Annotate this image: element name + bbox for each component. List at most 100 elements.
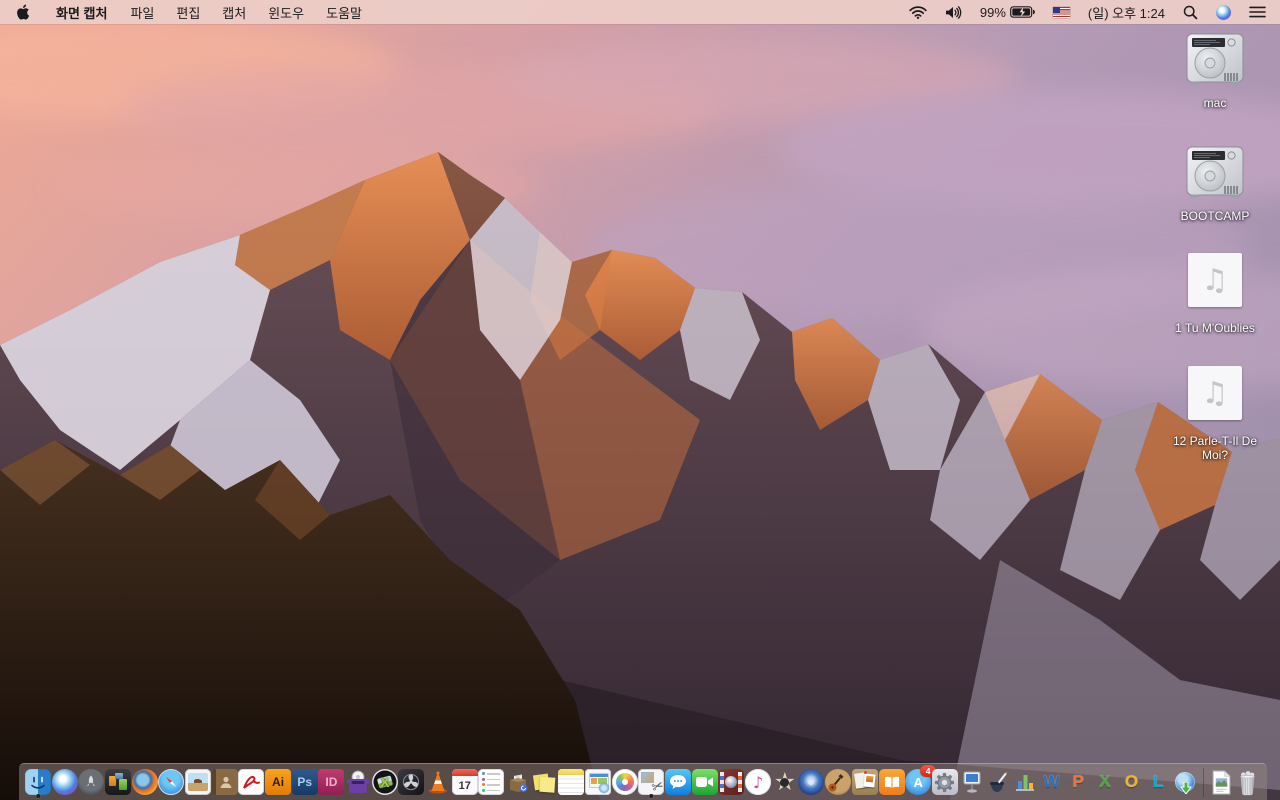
dock-indesign-icon[interactable]: ID — [318, 767, 345, 798]
dock-iweb-icon[interactable] — [585, 767, 612, 798]
input-source-menu-extra[interactable] — [1044, 0, 1079, 24]
dock: AiPsID X 17 ✂ ♪★ A4 — [19, 763, 1267, 800]
hard-drive-icon — [1186, 33, 1244, 85]
dock-calendar-icon[interactable]: 17 — [451, 767, 478, 798]
keynote-icon — [959, 769, 985, 795]
dock-finder-icon[interactable] — [25, 767, 51, 798]
dock-contacts-book-icon[interactable] — [211, 767, 238, 798]
battery-menu-extra[interactable]: 99% — [971, 0, 1044, 24]
dock-excel-icon[interactable]: X — [1092, 767, 1118, 798]
dock-scrapbook-collage-icon[interactable] — [851, 767, 878, 798]
menu-bar-clock: (일) 오후 1:24 — [1087, 5, 1165, 21]
menu-bar-status: 99% (일) 오후 1:24 — [900, 0, 1280, 24]
dock-keynote-icon[interactable] — [959, 767, 985, 798]
facetime-icon — [691, 769, 718, 795]
dock-photoshop-icon[interactable]: Ps — [291, 767, 318, 798]
contacts-book-icon — [211, 769, 238, 795]
desktop-icon-label: 1 Tu M'Oublies — [1175, 321, 1255, 335]
dock-toast-burner-icon[interactable] — [345, 767, 371, 798]
dock-stickies-icon[interactable] — [532, 767, 558, 798]
dock-reminders-icon[interactable] — [478, 767, 505, 798]
dock-illustrator-icon[interactable]: Ai — [265, 767, 292, 798]
apple-menu[interactable] — [0, 0, 44, 24]
menu-capture[interactable]: 캡처 — [211, 0, 257, 24]
dock-garageband-icon[interactable] — [825, 767, 852, 798]
photo-booth-icon — [718, 769, 745, 795]
numbers-icon — [1012, 769, 1038, 795]
launchpad-icon — [78, 769, 105, 795]
dock-siri-icon[interactable] — [51, 767, 78, 798]
photos-icon — [611, 769, 638, 795]
dock-mission-control-icon[interactable] — [105, 767, 132, 798]
dock-divx-icon[interactable]: X — [371, 767, 398, 798]
menu-bar-left: 화면 캡처 파일 편집 캡처 윈도우 도움말 — [0, 0, 373, 24]
dock-notes-icon[interactable] — [558, 767, 585, 798]
dock-acrobat-reader-icon[interactable] — [238, 767, 265, 798]
indesign-icon: ID — [318, 769, 345, 795]
dock-launchpad-icon[interactable] — [78, 767, 105, 798]
iweb-icon — [585, 769, 612, 795]
dock-photos-icon[interactable] — [611, 767, 638, 798]
dock-numbers-icon[interactable] — [1012, 767, 1038, 798]
dock-system-preferences-icon[interactable] — [931, 767, 958, 798]
dock-safari-icon[interactable] — [158, 767, 185, 798]
hard-drive-icon — [1186, 146, 1244, 198]
dock-disk-fan-utility-icon[interactable] — [398, 767, 425, 798]
running-indicator — [649, 794, 654, 798]
desktop-icon-label: BOOTCAMP — [1180, 209, 1250, 223]
desktop-icon-audio-file-2[interactable]: ♫ 12 Parle-T-Il De Moi? — [1159, 366, 1271, 462]
desktop-icon-label: 12 Parle-T-Il De Moi? — [1172, 434, 1258, 462]
dock-itunes-icon[interactable]: ♪ — [745, 767, 772, 798]
divx-icon: X — [371, 769, 398, 795]
siri-icon — [51, 769, 78, 795]
dock-pages-icon[interactable] — [985, 767, 1011, 798]
dock-outlook-icon[interactable]: O — [1119, 767, 1145, 798]
dock-lync-icon[interactable]: L — [1145, 767, 1171, 798]
dock-idvd-icon[interactable] — [798, 767, 825, 798]
dock-messages-icon[interactable] — [665, 767, 692, 798]
dock-app-store-icon[interactable]: A4 — [905, 764, 937, 798]
desktop-icon-audio-file-1[interactable]: ♫ 1 Tu M'Oublies — [1159, 253, 1271, 335]
disk-fan-utility-icon — [398, 769, 425, 795]
dock-downloads-globe-icon[interactable] — [1172, 767, 1198, 798]
spotlight-menu-extra[interactable] — [1174, 0, 1207, 24]
desktop-icon-label: mac — [1203, 96, 1227, 110]
dock-vlc-icon[interactable] — [425, 767, 451, 798]
dock-ibooks-icon[interactable] — [878, 767, 905, 798]
clock-menu-extra[interactable]: (일) 오후 1:24 — [1079, 0, 1174, 24]
dock-mail-crate-icon[interactable] — [505, 767, 531, 798]
dock-preview-icon[interactable] — [185, 767, 212, 798]
music-note-glyph: ♫ — [1201, 262, 1229, 298]
finder-icon — [25, 769, 51, 795]
dock-firefox-icon[interactable] — [131, 767, 158, 798]
desktop-icon-bootcamp-drive[interactable]: BOOTCAMP — [1159, 145, 1271, 223]
dock-trash-full-icon[interactable] — [1235, 767, 1261, 798]
dock-word-icon[interactable]: W — [1039, 767, 1065, 798]
active-app-menu[interactable]: 화면 캡처 — [44, 0, 119, 24]
desktop-icon-mac-drive[interactable]: mac — [1159, 32, 1271, 110]
scrapbook-collage-icon — [851, 769, 878, 795]
dock-screen-capture-icon[interactable]: ✂ — [638, 767, 666, 798]
siri-menu-extra[interactable] — [1207, 0, 1240, 24]
menu-file[interactable]: 파일 — [119, 0, 165, 24]
toast-burner-icon — [345, 769, 371, 795]
menu-edit[interactable]: 편집 — [165, 0, 211, 24]
itunes-icon: ♪ — [745, 769, 772, 795]
reminders-icon — [478, 769, 505, 795]
dock-powerpoint-icon[interactable]: P — [1065, 767, 1091, 798]
imovie-icon: ★ — [772, 769, 798, 795]
dock-photo-booth-icon[interactable] — [718, 767, 745, 798]
volume-menu-extra[interactable] — [936, 0, 971, 24]
dock-image-document-icon[interactable] — [1208, 767, 1234, 798]
wifi-menu-extra[interactable] — [900, 0, 936, 24]
notification-center-menu-extra[interactable] — [1240, 0, 1280, 24]
dock-imovie-icon[interactable]: ★ — [772, 767, 798, 798]
menu-help[interactable]: 도움말 — [315, 0, 373, 24]
dock-facetime-icon[interactable] — [691, 767, 718, 798]
battery-percent: 99% — [979, 4, 1006, 20]
image-document-icon — [1208, 769, 1234, 795]
wallpaper-sierra-mountain[interactable] — [0, 0, 1280, 800]
menu-window[interactable]: 윈도우 — [257, 0, 315, 24]
apple-logo-icon — [17, 4, 29, 20]
spotlight-search-icon — [1183, 5, 1198, 19]
